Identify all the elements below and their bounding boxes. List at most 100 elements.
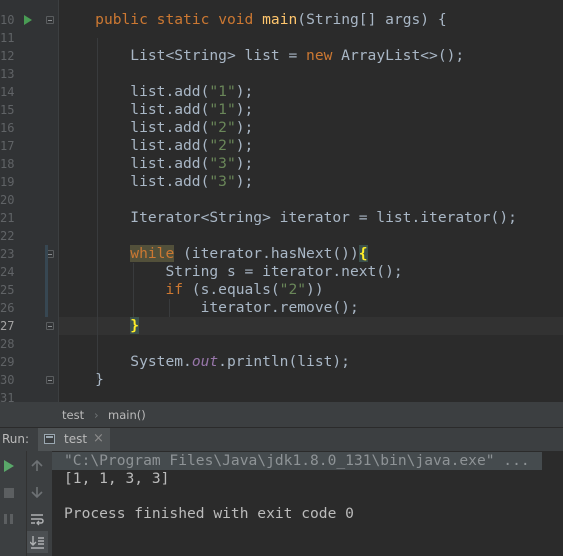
gutter-separator — [58, 0, 59, 402]
line-number: 18 — [0, 157, 15, 171]
vcs-change-marker[interactable] — [45, 245, 48, 317]
code-line: System.out.println(list); — [60, 353, 350, 371]
code-text: ); — [235, 119, 254, 136]
line-number: 21 — [0, 211, 15, 225]
console-output-line: [1, 1, 3, 3] — [64, 470, 170, 487]
code-text: list.add( — [130, 155, 210, 172]
line-number: 11 — [0, 31, 15, 45]
breadcrumb-item-class[interactable]: test — [62, 408, 84, 422]
code-line: list.add("1"); — [60, 83, 253, 101]
keyword-highlighted: while — [130, 245, 175, 262]
code-line: list.add("2"); — [60, 119, 253, 137]
line-number: 15 — [0, 103, 15, 117]
line-number: 20 — [0, 193, 15, 207]
down-arrow-icon[interactable] — [31, 486, 43, 498]
code-line: String s = iterator.next(); — [60, 263, 403, 281]
line-number: 31 — [0, 391, 15, 402]
code-line: public static void main(String[] args) { — [60, 11, 447, 29]
code-text: Iterator<String> iterator = list.iterato… — [130, 209, 517, 226]
line-number: 19 — [0, 175, 15, 189]
line-number: 28 — [0, 337, 15, 351]
soft-wrap-icon[interactable] — [30, 512, 44, 526]
scroll-to-end-icon — [30, 536, 44, 549]
code-text: } — [95, 371, 104, 388]
static-field: out — [191, 353, 219, 370]
code-text: ); — [235, 173, 254, 190]
code-text: iterator.remove(); — [200, 299, 359, 316]
line-number: 29 — [0, 355, 15, 369]
fold-icon[interactable] — [46, 16, 54, 24]
code-text: ); — [235, 101, 254, 118]
stop-icon[interactable] — [3, 487, 15, 499]
code-text: ); — [235, 155, 254, 172]
rerun-icon[interactable] — [3, 460, 15, 472]
code-line: Iterator<String> iterator = list.iterato… — [60, 209, 517, 227]
line-number: 17 — [0, 139, 15, 153]
string-literal: "1" — [209, 83, 236, 100]
line-number: 13 — [0, 67, 15, 81]
fold-icon[interactable] — [46, 376, 54, 384]
code-line: list.add("3"); — [60, 155, 253, 173]
scroll-to-end-toggle[interactable] — [26, 531, 48, 553]
line-number: 30 — [0, 373, 15, 387]
run-label: Run: — [2, 432, 30, 446]
line-number: 14 — [0, 85, 15, 99]
code-line: List<String> list = new ArrayList<>(); — [60, 47, 464, 65]
breadcrumb-item-method[interactable]: main() — [108, 408, 146, 422]
code-text: (iterator.hasNext()) — [174, 245, 359, 262]
code-text: String s = iterator.next(); — [165, 263, 403, 280]
code-line: list.add("2"); — [60, 137, 253, 155]
brace-match: { — [358, 245, 368, 262]
line-number-current: 27 — [0, 319, 15, 333]
line-number: 23 — [0, 247, 15, 261]
code-text: (s.equals( — [183, 281, 280, 298]
code-text: )) — [306, 281, 324, 298]
code-text: ); — [235, 137, 254, 154]
code-text: ); — [235, 83, 254, 100]
line-number: 25 — [0, 283, 15, 297]
code-text: .println(list); — [218, 353, 350, 370]
pause-icon[interactable] — [3, 513, 15, 525]
code-line: } — [60, 317, 140, 335]
code-text: ArrayList<>(); — [332, 47, 465, 64]
line-number: 10 — [0, 13, 15, 27]
run-tab-label: test — [64, 432, 88, 446]
toolbar-separator — [26, 451, 27, 556]
close-icon[interactable]: × — [93, 431, 104, 446]
code-text: list.add( — [130, 173, 210, 190]
code-line: } — [60, 371, 104, 389]
code-line: while (iterator.hasNext()){ — [60, 245, 368, 263]
fold-icon[interactable] — [46, 322, 54, 330]
line-number: 22 — [0, 229, 15, 243]
line-number: 26 — [0, 301, 15, 315]
run-main-icon[interactable] — [24, 15, 32, 25]
keyword: new — [306, 47, 333, 64]
keyword: public — [95, 11, 148, 28]
run-tool-window-header: Run: test × — [0, 427, 563, 451]
brace-match: } — [130, 317, 140, 334]
console-exit-line: Process finished with exit code 0 — [64, 505, 354, 522]
console-command-line: "C:\Program Files\Java\jdk1.8.0_131\bin\… — [64, 452, 530, 469]
string-literal: "3" — [209, 173, 236, 190]
code-text: List<String> list = — [130, 47, 307, 64]
method-name: main — [262, 11, 298, 28]
code-text: list.add( — [130, 137, 210, 154]
code-line: list.add("3"); — [60, 173, 253, 191]
breadcrumb: test › main() — [0, 402, 563, 427]
string-literal: "2" — [279, 281, 307, 298]
code-text: System. — [130, 353, 192, 370]
keyword: void — [218, 11, 254, 28]
code-text: list.add( — [130, 119, 210, 136]
code-editor[interactable]: 10 11 12 13 14 15 16 17 18 19 20 21 22 2… — [0, 0, 563, 402]
string-literal: "2" — [209, 119, 236, 136]
code-line: iterator.remove(); — [60, 299, 359, 317]
code-line: if (s.equals("2")) — [60, 281, 324, 299]
up-arrow-icon[interactable] — [31, 460, 43, 472]
code-line: list.add("1"); — [60, 101, 253, 119]
line-number: 24 — [0, 265, 15, 279]
keyword: if — [165, 281, 184, 298]
console-icon — [44, 434, 55, 444]
string-literal: "2" — [209, 137, 236, 154]
line-number: 12 — [0, 49, 15, 63]
run-tab-test[interactable]: test × — [38, 428, 110, 451]
